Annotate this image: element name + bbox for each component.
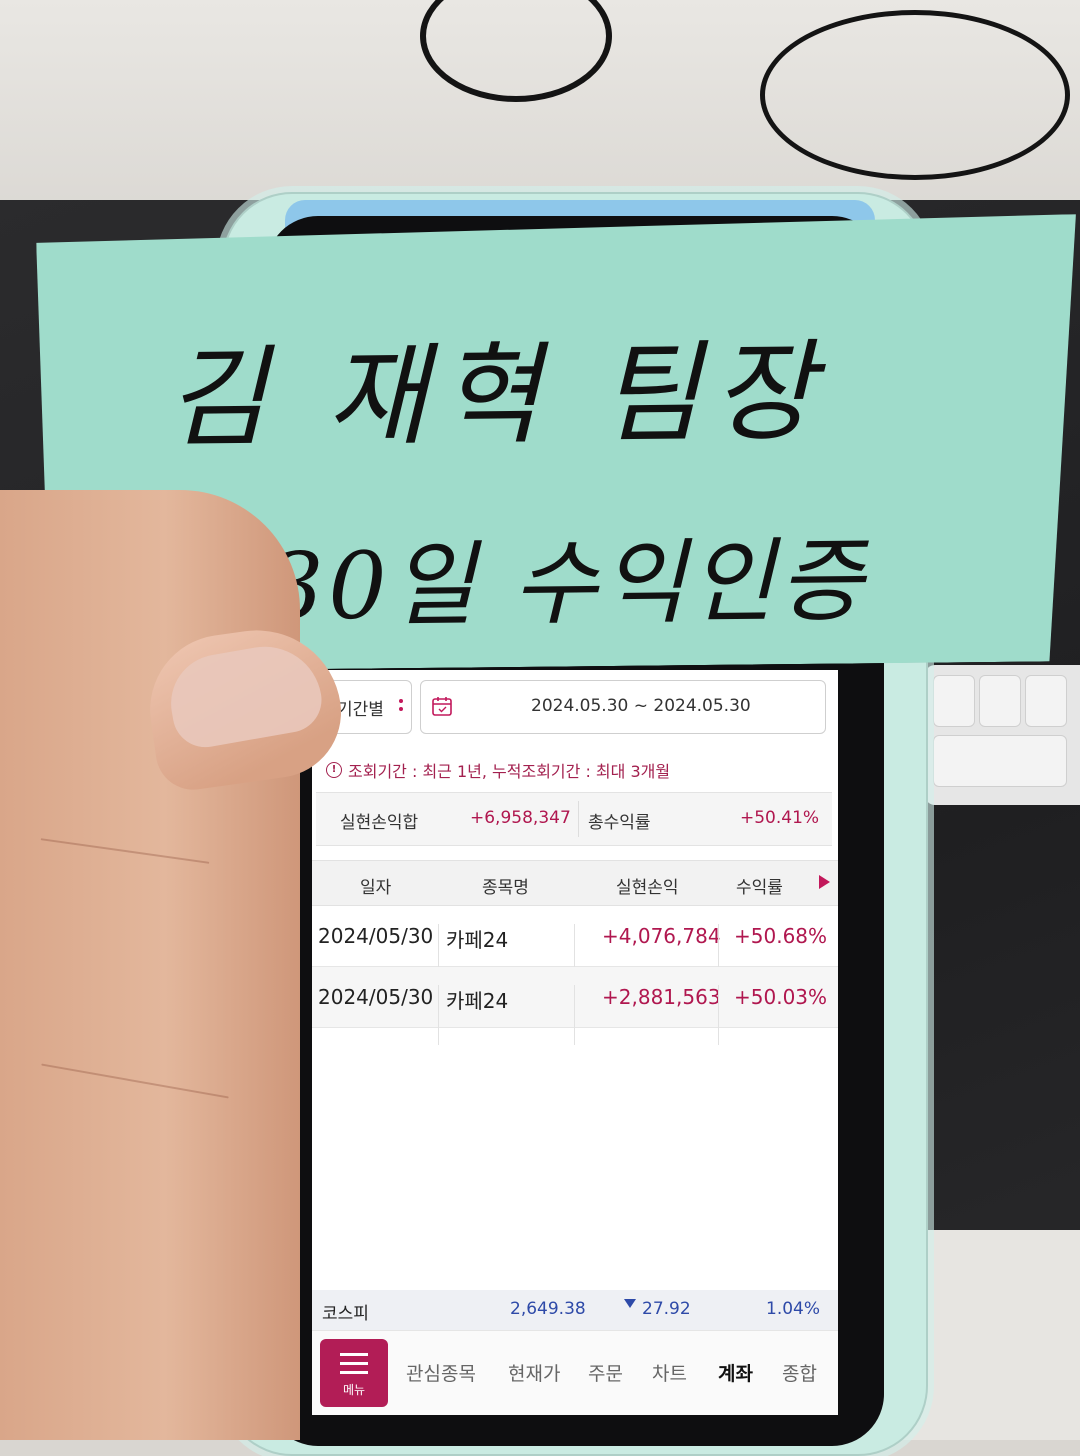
keyboard-key bbox=[933, 735, 1067, 787]
column-header-date[interactable]: 일자 bbox=[360, 873, 391, 898]
date-range-text: 2024.05.30 ~ 2024.05.30 bbox=[531, 696, 751, 716]
period-select-label: 기간별 bbox=[337, 699, 384, 720]
handwritten-name: 김 재혁 팀장 bbox=[165, 327, 827, 463]
menu-button[interactable]: 메뉴 bbox=[320, 1339, 388, 1407]
row-stock-name: 카페24 bbox=[446, 989, 509, 1013]
calendar-icon bbox=[432, 697, 452, 716]
table-row[interactable]: 2024/05/30 카페24 +4,076,784 +50.68% bbox=[312, 906, 838, 984]
filter-row: 기간별 2024.05.30 ~ 2024.05.30 bbox=[312, 670, 838, 742]
row-pnl: +2,881,563 bbox=[602, 985, 721, 1009]
menu-label: 메뉴 bbox=[342, 1383, 366, 1397]
query-notice-text: 조회기간 : 최근 1년, 누적조회기간 : 최대 3개월 bbox=[348, 762, 671, 781]
column-header-stock[interactable]: 종목명 bbox=[482, 873, 529, 898]
index-percent: 1.04% bbox=[766, 1299, 821, 1319]
index-change: 27.92 bbox=[642, 1299, 691, 1319]
bottom-nav: 메뉴 관심종목 현재가 주문 차트 계좌 종합 bbox=[312, 1330, 838, 1415]
market-index-bar[interactable]: 코스피 2,649.38 27.92 1.04% bbox=[312, 1290, 838, 1330]
nav-overview[interactable]: 종합 bbox=[782, 1359, 817, 1386]
realized-pnl-label: 실현손익합 bbox=[340, 813, 419, 833]
keyboard-key bbox=[1025, 675, 1067, 727]
index-name: 코스피 bbox=[322, 1304, 369, 1324]
phone-screen: 기간별 2024.05.30 ~ 2024.05.30 ! 조회기간 : 최근 … bbox=[312, 670, 838, 1415]
divider bbox=[718, 985, 719, 1045]
cable bbox=[760, 10, 1070, 180]
nav-chart[interactable]: 차트 bbox=[652, 1359, 687, 1386]
table-row[interactable]: 2024/05/30 카페24 +2,881,563 +50.03% bbox=[312, 967, 838, 1045]
column-header-rate[interactable]: 수익률 bbox=[736, 873, 783, 898]
realized-pnl-value: +6,958,347 bbox=[470, 808, 571, 828]
keyboard-key bbox=[979, 675, 1021, 727]
divider bbox=[578, 801, 579, 837]
scroll-right-arrow-icon[interactable] bbox=[819, 875, 830, 889]
info-icon: ! bbox=[326, 762, 342, 778]
pnl-table: 일자 종목명 실현손익 수익률 2024/05/30 카페24 +4,076,7… bbox=[312, 860, 838, 1045]
finger-crease bbox=[40, 838, 210, 864]
row-rate: +50.03% bbox=[734, 985, 828, 1009]
nav-account[interactable]: 계좌 bbox=[718, 1359, 753, 1386]
query-notice: ! 조회기간 : 최근 1년, 누적조회기간 : 최대 3개월 bbox=[326, 758, 670, 782]
divider bbox=[574, 985, 575, 1045]
divider bbox=[438, 985, 439, 1045]
total-return-value: +50.41% bbox=[740, 808, 820, 828]
row-rate: +50.68% bbox=[734, 924, 828, 948]
keyboard bbox=[925, 665, 1080, 805]
nav-watchlist[interactable]: 관심종목 bbox=[406, 1359, 476, 1386]
hamburger-icon bbox=[340, 1353, 368, 1380]
table-header: 일자 종목명 실현손익 수익률 bbox=[312, 860, 838, 906]
column-header-pnl[interactable]: 실현손익 bbox=[616, 873, 679, 898]
row-date: 2024/05/30 bbox=[318, 924, 434, 948]
keyboard-key bbox=[933, 675, 975, 727]
index-value: 2,649.38 bbox=[510, 1299, 586, 1319]
row-date: 2024/05/30 bbox=[318, 985, 434, 1009]
summary-bar: 실현손익합 +6,958,347 총수익률 +50.41% bbox=[316, 792, 832, 846]
more-dots-icon bbox=[399, 699, 403, 715]
down-arrow-icon bbox=[624, 1299, 636, 1308]
row-pnl: +4,076,784 bbox=[602, 924, 721, 948]
finger-crease bbox=[41, 1063, 229, 1099]
nav-order[interactable]: 주문 bbox=[588, 1359, 623, 1386]
date-range-field[interactable]: 2024.05.30 ~ 2024.05.30 bbox=[420, 680, 826, 734]
nav-current-price[interactable]: 현재가 bbox=[508, 1359, 560, 1386]
total-return-label: 총수익률 bbox=[588, 813, 651, 833]
row-stock-name: 카페24 bbox=[446, 928, 509, 952]
